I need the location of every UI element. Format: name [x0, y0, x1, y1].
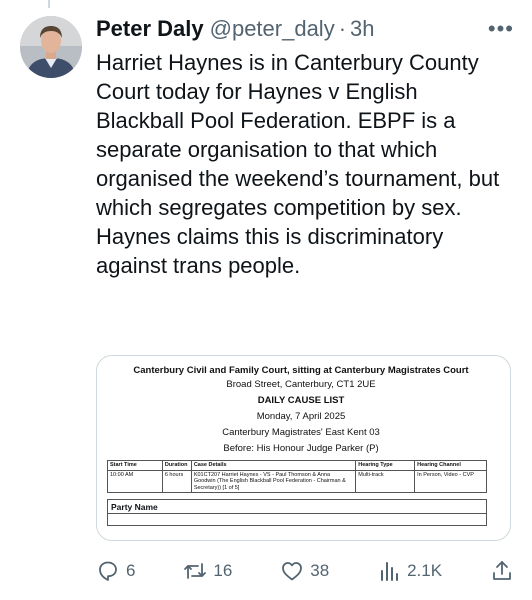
attached-image[interactable]: Canterbury Civil and Family Court, sitti…: [96, 355, 511, 541]
party-name-header: Party Name: [108, 500, 486, 514]
list-date: Monday, 7 April 2025: [256, 411, 346, 422]
heart-icon: [282, 562, 303, 581]
reply-count: 6: [126, 561, 136, 580]
like-button[interactable]: 38: [280, 559, 329, 583]
list-title: DAILY CAUSE LIST: [257, 395, 345, 406]
views-button[interactable]: 2.1K: [377, 559, 442, 583]
share-button[interactable]: [490, 559, 514, 583]
tweet: Peter Daly @peter_daly · 3h ••• Harriet …: [96, 14, 514, 280]
timestamp[interactable]: 3h: [350, 16, 374, 42]
separator-dot: ·: [338, 16, 347, 41]
like-count: 38: [310, 561, 330, 580]
reply-button[interactable]: 6: [96, 559, 135, 583]
cause-list-document: Canterbury Civil and Family Court, sitti…: [107, 364, 495, 457]
avatar-photo: [20, 16, 82, 78]
court-title: Canterbury Civil and Family Court, sitti…: [133, 365, 469, 376]
table-cell: K01CT207 Harriet Haynes - VS - Paul Thom…: [190, 469, 357, 493]
repost-count: 16: [213, 561, 233, 580]
table-cell: 6 hours: [161, 469, 192, 493]
tweet-header: Peter Daly @peter_daly · 3h •••: [96, 14, 514, 44]
author-handle[interactable]: @peter_daly: [210, 16, 335, 42]
cause-table: Start Time Duration Case Details Hearing…: [107, 460, 487, 493]
judge-line: Before: His Honour Judge Parker (P): [223, 443, 379, 454]
tweet-text: Harriet Haynes is in Canterbury County C…: [96, 50, 500, 278]
party-name-blank: [108, 514, 486, 525]
thread-connector: [48, 0, 50, 8]
court-room: Canterbury Magistrates' East Kent 03: [222, 427, 380, 438]
author-name[interactable]: Peter Daly: [96, 16, 204, 42]
table-header: Hearing Type: [355, 460, 416, 471]
repost-button[interactable]: 16: [183, 559, 232, 583]
table-cell: 10:00 AM: [107, 469, 163, 493]
share-icon: [493, 561, 511, 580]
table-header-row: Start Time Duration Case Details Hearing…: [107, 460, 487, 471]
table-cell: In Person, Video - CVP: [414, 469, 487, 493]
action-bar: 6 16 38 2.1K: [96, 556, 514, 586]
views-icon: [381, 562, 399, 581]
table-cell: Multi-track: [355, 469, 416, 493]
views-count: 2.1K: [407, 561, 443, 580]
table-row: 10:00 AM 6 hours K01CT207 Harriet Haynes…: [107, 469, 487, 493]
court-address: Broad Street, Canterbury, CT1 2UE: [226, 379, 376, 390]
repost-icon: [184, 563, 207, 579]
reply-icon: [99, 561, 117, 581]
table-header: Case Details: [190, 460, 357, 471]
table-header: Start Time: [107, 460, 163, 471]
table-header: Hearing Channel: [414, 460, 487, 471]
avatar[interactable]: [20, 16, 82, 78]
table-header: Duration: [161, 460, 192, 471]
more-options-icon[interactable]: •••: [488, 18, 514, 40]
party-name-box: Party Name: [107, 499, 487, 526]
